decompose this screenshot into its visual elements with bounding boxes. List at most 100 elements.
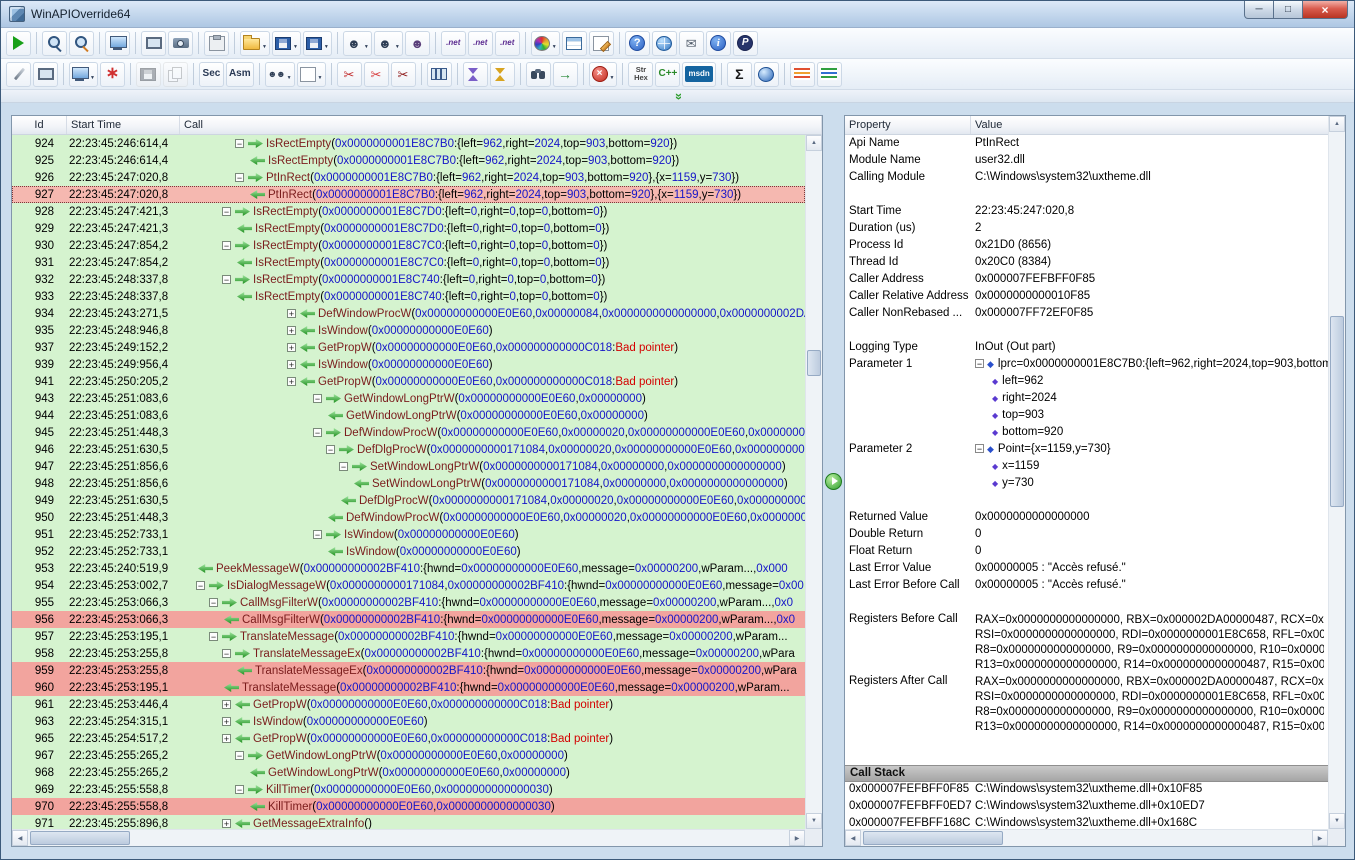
parameter-child-row[interactable]: y=730 <box>845 475 1328 492</box>
window-spy-button[interactable]: ☻ <box>343 31 372 56</box>
log-row-930[interactable]: 93022:23:45:247:854,2−IsRectEmpty(0x0000… <box>12 237 805 254</box>
scroll-right-icon[interactable] <box>1312 830 1328 846</box>
color-filter-button[interactable] <box>531 31 560 56</box>
save-log-as-button[interactable] <box>303 31 332 56</box>
goto-entry-button[interactable]: → <box>553 62 578 87</box>
scroll-track[interactable] <box>806 151 822 813</box>
property-row[interactable]: Calling ModuleC:\Windows\system32\uxthem… <box>845 169 1328 186</box>
column-header-value[interactable]: Value <box>971 116 1328 134</box>
collapse-icon[interactable]: − <box>222 649 231 658</box>
call-stack-row[interactable]: 0x000007FEFBFF168CC:\Windows\system32\ux… <box>845 816 1328 829</box>
paste-log-button[interactable] <box>204 31 229 56</box>
details-vertical-scrollbar[interactable] <box>1328 116 1345 829</box>
property-row[interactable]: Last Error Value0x00000005 : "Accès refu… <box>845 560 1328 577</box>
scroll-left-icon[interactable] <box>12 830 28 846</box>
log-row-927[interactable]: 92722:23:45:247:020,8PtInRect(0x00000000… <box>12 186 805 203</box>
property-row[interactable]: Double Return0 <box>845 526 1328 543</box>
statistics-button[interactable]: Σ <box>727 62 752 87</box>
thread-monitor-button[interactable]: ☻☻ <box>265 62 295 87</box>
log-row-959[interactable]: 95922:23:45:253:255,8TranslateMessageEx(… <box>12 662 805 679</box>
help-button[interactable]: ? <box>625 31 650 56</box>
break-after-call-button[interactable] <box>490 62 515 87</box>
scroll-down-icon[interactable] <box>806 813 822 829</box>
dropdown-arrow-icon[interactable] <box>324 36 329 51</box>
spy-options-button[interactable]: ☻ <box>405 31 430 56</box>
search-api-button[interactable] <box>69 31 94 56</box>
parameter-child-row[interactable]: right=2024 <box>845 390 1328 407</box>
log-row-968[interactable]: 96822:23:45:255:265,2GetWindowLongPtrW(0… <box>12 764 805 781</box>
about-button[interactable]: i <box>706 31 731 56</box>
expand-icon[interactable]: + <box>222 734 231 743</box>
log-row-951[interactable]: 95122:23:45:252:733,1−IsWindow(0x0000000… <box>12 526 805 543</box>
log-row-925[interactable]: 92522:23:45:246:614,4IsRectEmpty(0x00000… <box>12 152 805 169</box>
string-hex-view-button[interactable]: Str Hex <box>628 62 653 87</box>
assembler-button[interactable]: Asm <box>226 62 254 87</box>
monitor-options-button[interactable] <box>69 62 98 87</box>
log-row-955[interactable]: 95522:23:45:253:066,3−CallMsgFilterW(0x0… <box>12 594 805 611</box>
collapse-icon[interactable]: − <box>235 139 244 148</box>
collapse-icon[interactable]: − <box>313 428 322 437</box>
start-monitoring-button[interactable] <box>6 31 31 56</box>
expand-icon[interactable]: + <box>287 360 296 369</box>
scroll-thumb[interactable] <box>863 831 1003 845</box>
dropdown-arrow-icon[interactable] <box>287 67 292 82</box>
save-log-button[interactable] <box>272 31 301 56</box>
log-row-953[interactable]: 95322:23:45:240:519,9PeekMessageW(0x0000… <box>12 560 805 577</box>
remove-after-call-hooks-button[interactable]: ✂ <box>364 62 389 87</box>
collapse-icon[interactable]: − <box>222 207 231 216</box>
scroll-track[interactable] <box>1329 132 1345 813</box>
dropdown-arrow-icon[interactable] <box>262 36 267 51</box>
log-row-957[interactable]: 95722:23:45:253:195,1−TranslateMessage(0… <box>12 628 805 645</box>
scroll-thumb[interactable] <box>807 350 821 376</box>
minimize-button[interactable]: ─ <box>1244 1 1274 19</box>
website-button[interactable] <box>652 31 677 56</box>
find-entry-button[interactable] <box>526 62 551 87</box>
column-header-id[interactable]: Id <box>12 116 67 134</box>
log-row-945[interactable]: 94522:23:45:251:448,3−DefWindowProcW(0x0… <box>12 424 805 441</box>
property-row[interactable]: Registers Before CallRAX=0x0000000000000… <box>845 611 1328 673</box>
scroll-up-icon[interactable] <box>1329 116 1345 132</box>
break-before-call-button[interactable] <box>463 62 488 87</box>
collapse-icon[interactable]: − <box>339 462 348 471</box>
collapse-icon[interactable]: − <box>196 581 205 590</box>
api-override-button[interactable] <box>6 62 31 87</box>
log-row-963[interactable]: 96322:23:45:254:315,1+IsWindow(0x0000000… <box>12 713 805 730</box>
log-row-947[interactable]: 94722:23:45:251:856,6−SetWindowLongPtrW(… <box>12 458 805 475</box>
property-row[interactable]: Parameter 1lprc=0x0000000001E8C7B0:{left… <box>845 356 1328 373</box>
call-stack-row[interactable]: 0x000007FEFBFF0F85C:\Windows\system32\ux… <box>845 782 1328 799</box>
log-row-950[interactable]: 95022:23:45:251:448,3DefWindowProcW(0x00… <box>12 509 805 526</box>
column-header-property[interactable]: Property <box>845 116 971 134</box>
parameter-child-row[interactable]: bottom=920 <box>845 424 1328 441</box>
log-row-934[interactable]: 93422:23:45:243:271,5+DefWindowProcW(0x0… <box>12 305 805 322</box>
dropdown-arrow-icon[interactable] <box>395 36 400 51</box>
log-row-931[interactable]: 93122:23:45:247:854,2IsRectEmpty(0x00000… <box>12 254 805 271</box>
property-row[interactable]: Registers After CallRAX=0x00000000000000… <box>845 673 1328 735</box>
log-row-952[interactable]: 95222:23:45:252:733,1IsWindow(0x00000000… <box>12 543 805 560</box>
property-row[interactable]: Module Nameuser32.dll <box>845 152 1328 169</box>
log-row-944[interactable]: 94422:23:45:251:083,6GetWindowLongPtrW(0… <box>12 407 805 424</box>
log-row-967[interactable]: 96722:23:45:255:265,2−GetWindowLongPtrW(… <box>12 747 805 764</box>
property-row[interactable]: Parameter 2Point={x=1159,y=730} <box>845 441 1328 458</box>
donate-button[interactable]: P <box>733 31 758 56</box>
log-horizontal-scrollbar[interactable] <box>12 829 805 846</box>
scroll-track[interactable] <box>28 830 789 846</box>
parameter-child-row[interactable]: x=1159 <box>845 458 1328 475</box>
log-row-924[interactable]: 92422:23:45:246:614,4−IsRectEmpty(0x0000… <box>12 135 805 152</box>
log-row-932[interactable]: 93222:23:45:248:337,8−IsRectEmpty(0x0000… <box>12 271 805 288</box>
collapse-icon[interactable]: − <box>222 275 231 284</box>
property-row[interactable]: Float Return0 <box>845 543 1328 560</box>
dotnet-monitor-button[interactable]: .net <box>468 31 493 56</box>
log-row-969[interactable]: 96922:23:45:255:558,8−KillTimer(0x000000… <box>12 781 805 798</box>
security-button[interactable]: Sec <box>199 62 224 87</box>
dropdown-arrow-icon[interactable] <box>364 36 369 51</box>
call-stack-row[interactable]: 0x000007FEFBFF0ED7C:\Windows\system32\ux… <box>845 799 1328 816</box>
collapse-icon[interactable] <box>975 359 984 368</box>
msdn-help-button[interactable]: msdn <box>682 62 715 87</box>
dropdown-arrow-icon[interactable] <box>318 67 323 82</box>
property-row[interactable]: Caller NonRebased ...0x000007FF72EF0F85 <box>845 305 1328 322</box>
column-header-call[interactable]: Call <box>180 116 822 134</box>
property-row[interactable]: Api NamePtInRect <box>845 135 1328 152</box>
process-spy-button[interactable]: ☻ <box>374 31 403 56</box>
log-row-929[interactable]: 92922:23:45:247:421,3IsRectEmpty(0x00000… <box>12 220 805 237</box>
collapse-icon[interactable]: − <box>235 785 244 794</box>
